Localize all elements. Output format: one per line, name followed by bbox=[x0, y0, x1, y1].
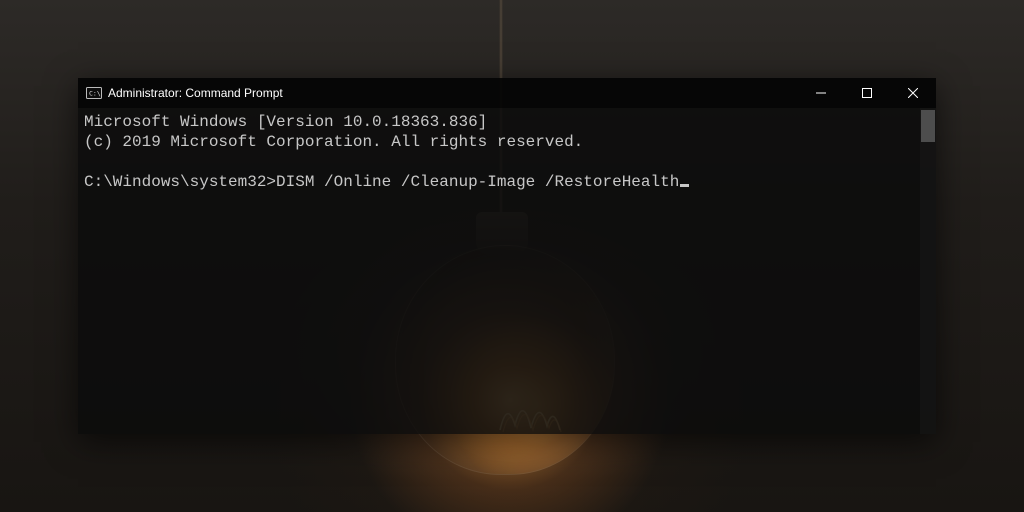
command-prompt-window: C:\ Administrator: Command Prompt Micros… bbox=[78, 78, 936, 434]
scrollbar-thumb[interactable] bbox=[921, 110, 935, 142]
terminal-body[interactable]: Microsoft Windows [Version 10.0.18363.83… bbox=[78, 108, 936, 434]
terminal-output: Microsoft Windows [Version 10.0.18363.83… bbox=[84, 112, 930, 192]
prompt-path: C:\Windows\system32> bbox=[84, 173, 276, 191]
version-line: Microsoft Windows [Version 10.0.18363.83… bbox=[84, 113, 487, 131]
close-button[interactable] bbox=[890, 78, 936, 108]
titlebar[interactable]: C:\ Administrator: Command Prompt bbox=[78, 78, 936, 108]
copyright-line: (c) 2019 Microsoft Corporation. All righ… bbox=[84, 133, 583, 151]
window-title: Administrator: Command Prompt bbox=[108, 86, 283, 100]
typed-command: DISM /Online /Cleanup-Image /RestoreHeal… bbox=[276, 173, 679, 191]
svg-text:C:\: C:\ bbox=[89, 90, 101, 98]
cmd-icon: C:\ bbox=[86, 85, 102, 101]
scrollbar-track[interactable] bbox=[920, 108, 936, 434]
minimize-button[interactable] bbox=[798, 78, 844, 108]
text-cursor bbox=[680, 184, 689, 187]
maximize-button[interactable] bbox=[844, 78, 890, 108]
